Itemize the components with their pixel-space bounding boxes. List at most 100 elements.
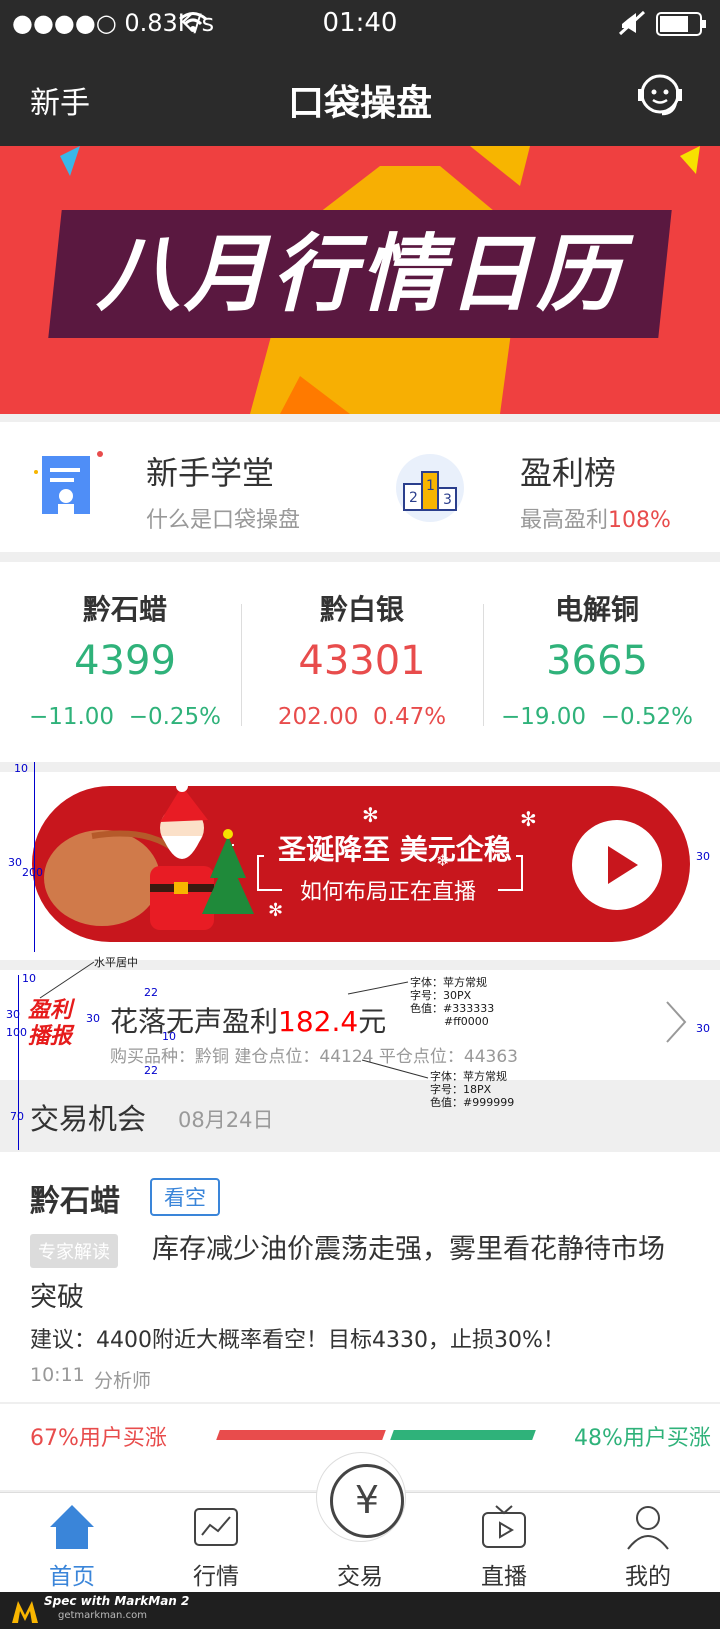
tile-title: 新手学堂 <box>146 454 275 492</box>
tab-market[interactable]: 行情 <box>144 1493 288 1593</box>
quote-price: 4399 <box>74 638 176 684</box>
dimension-label: 30 <box>8 856 22 869</box>
max-profit-value: 108% <box>608 508 671 533</box>
school-icon <box>34 451 103 514</box>
promo-banner[interactable]: 八月行情日历 <box>0 146 720 414</box>
markman-logo-icon <box>12 1601 38 1623</box>
quote-change: 202.00 0.47% <box>277 704 447 730</box>
tile-newbie-school[interactable]: 新手学堂 什么是口袋操盘 <box>0 422 360 552</box>
annotation-spec: 字体：苹方常规 字号：18PX 色值：#999999 <box>430 1070 515 1109</box>
dimension-label: 10 <box>22 972 36 985</box>
tab-mine[interactable]: 我的 <box>576 1493 720 1593</box>
annotation-arrow <box>347 981 409 995</box>
tab-home[interactable]: 首页 <box>0 1493 144 1593</box>
footer-url: getmarkman.com <box>58 1610 147 1621</box>
article-suggestion: 建议：4400附近大概率看空！目标4330，止损30%！ <box>30 1328 565 1353</box>
dimension-label: 22 <box>144 986 158 999</box>
dimension-label: 22 <box>144 1064 158 1077</box>
live-banner[interactable]: ✻ ✻ ✻ ✻ ❄ 圣诞降至 美元企稳 如何布局正在直播 <box>32 786 690 942</box>
dimension-label: 30 <box>86 1012 100 1025</box>
quote-change: −11.00 −0.25% <box>28 704 222 730</box>
article-headline: 库存减少油价震荡走强，雾里看花静待市场突破 <box>30 1234 665 1313</box>
play-button[interactable] <box>572 820 662 910</box>
expert-badge: 专家解读 <box>30 1234 118 1268</box>
opportunity-card[interactable]: 黔石蜡 看空 库存减少油价震荡走强，雾里看花静待市场突破 专家解读 建议：440… <box>0 1152 720 1402</box>
direction-tag: 看空 <box>150 1178 220 1216</box>
quote-card[interactable]: 电解铜 3665 −19.00 −0.52% <box>477 562 717 762</box>
entry-tiles: 新手学堂 什么是口袋操盘 2 1 3 盈利榜 最高盈利108% <box>0 422 720 552</box>
section-date: 08月24日 <box>178 1108 274 1132</box>
tab-label: 首页 <box>49 1564 95 1590</box>
banner-title: 八月行情日历 <box>95 225 624 323</box>
podium-icon: 2 1 3 <box>396 454 464 522</box>
quote-card[interactable]: 黔白银 43301 202.00 0.47% <box>242 562 482 762</box>
markman-footer: Spec with MarkMan 2 getmarkman.com <box>0 1592 720 1629</box>
dimension-label: 200 <box>22 866 43 879</box>
quote-price: 3665 <box>546 638 648 684</box>
dimension-line <box>34 762 35 952</box>
tab-label: 交易 <box>337 1564 383 1590</box>
clock: 01:40 <box>322 8 398 38</box>
yen-icon[interactable]: ¥ <box>330 1464 404 1538</box>
dimension-line <box>18 975 19 1150</box>
profit-value: 182.4 <box>278 1005 359 1038</box>
dimension-label: 10 <box>14 762 28 775</box>
dimension-label: 100 <box>6 1026 27 1039</box>
svg-text:3: 3 <box>443 492 452 508</box>
article-time: 10:11 <box>30 1364 85 1386</box>
play-icon <box>608 846 638 884</box>
article-author: 分析师 <box>94 1370 152 1392</box>
dimension-label: 70 <box>10 1110 24 1123</box>
annotation-arrow <box>39 961 95 999</box>
tile-subtitle: 什么是口袋操盘 <box>146 508 301 533</box>
annotation-spec: 字体：苹方常规 字号：30PX 色值：#333333 #ff0000 <box>410 976 495 1028</box>
svg-text:✻: ✻ <box>362 803 379 827</box>
page-title: 口袋操盘 <box>287 83 432 124</box>
tab-label: 我的 <box>625 1564 671 1590</box>
tile-profit-rank[interactable]: 2 1 3 盈利榜 最高盈利108% <box>360 422 720 552</box>
live-subtitle: 如何布局正在直播 <box>300 880 477 905</box>
svg-text:✻: ✻ <box>268 900 283 921</box>
dimension-label: 30 <box>696 850 710 863</box>
profit-broadcast-logo: 盈利 播报 <box>28 998 73 1049</box>
tile-title: 盈利榜 <box>520 454 617 492</box>
footer-title: Spec with MarkMan 2 <box>44 1594 190 1608</box>
tv-icon <box>482 1505 526 1548</box>
section-title: 交易机会 <box>30 1102 147 1136</box>
status-bar: ●●●●○ 0.83K/s 01:40 <box>0 0 720 46</box>
quote-card[interactable]: 黔石蜡 4399 −11.00 −0.25% <box>5 562 245 762</box>
quote-price: 43301 <box>298 638 426 684</box>
tab-live[interactable]: 直播 <box>432 1493 576 1593</box>
tab-label: 行情 <box>193 1564 239 1590</box>
bull-bar <box>216 1430 386 1440</box>
tab-label: 直播 <box>481 1564 527 1590</box>
user-icon <box>627 1506 669 1550</box>
annotation-note: 水平居中 <box>94 956 138 969</box>
svg-text:1: 1 <box>426 478 435 494</box>
second-ratio: 48%用户买涨 <box>574 1426 711 1451</box>
live-headline: 圣诞降至 美元企稳 <box>278 833 512 866</box>
nav-bar: 新手 口袋操盘 <box>0 46 720 146</box>
tile-subtitle: 最高盈利108% <box>520 508 671 533</box>
bull-ratio: 67%用户买涨 <box>30 1426 167 1451</box>
quotes-panel: 黔石蜡 4399 −11.00 −0.25% 黔白银 43301 202.00 … <box>0 562 720 762</box>
bear-bar <box>390 1430 536 1440</box>
live-section: ✻ ✻ ✻ ✻ ❄ 圣诞降至 美元企稳 如何布局正在直播 <box>0 772 720 960</box>
chart-icon <box>194 1508 238 1546</box>
annotation-arrow <box>361 1059 429 1079</box>
quote-change: −19.00 −0.52% <box>500 704 694 730</box>
dimension-label: 30 <box>6 1008 20 1021</box>
svg-text:2: 2 <box>409 490 418 506</box>
mute-icon <box>618 10 646 36</box>
dimension-label: 10 <box>162 1030 176 1043</box>
home-icon <box>50 1505 94 1549</box>
quote-name: 黔白银 <box>319 593 404 626</box>
chevron-right-icon[interactable] <box>664 1000 688 1044</box>
customer-service-icon[interactable] <box>636 72 684 118</box>
quote-name: 黔石蜡 <box>82 593 167 626</box>
quote-name: 电解铜 <box>554 593 639 626</box>
section-header: 交易机会 08月24日 <box>0 1082 720 1152</box>
profit-details: 购买品种：黔铜 建仓点位：44124 平仓点位：44363 <box>110 1047 518 1067</box>
dimension-label: 30 <box>696 1022 710 1035</box>
profit-title: 花落无声盈利182.4元 <box>110 1005 387 1038</box>
